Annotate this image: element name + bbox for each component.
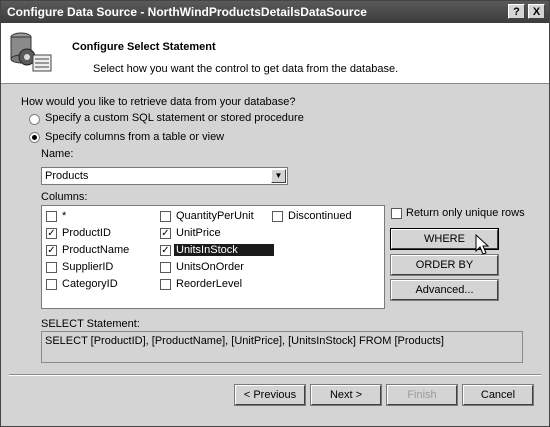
column-label: Discontinued (288, 210, 352, 222)
cancel-button[interactable]: Cancel (462, 384, 534, 406)
column-label: ProductID (62, 227, 111, 239)
columns-label: Columns: (41, 191, 88, 203)
column-checkbox[interactable] (46, 279, 57, 290)
column-label-selected: UnitsInStock (174, 244, 274, 256)
column-checkbox[interactable]: ✓ (46, 228, 57, 239)
help-button[interactable]: ? (508, 4, 525, 19)
column-checkbox[interactable] (46, 211, 57, 222)
finish-button[interactable]: Finish (386, 384, 458, 406)
column-label: ReorderLevel (176, 278, 243, 290)
window-title: Configure Data Source - NorthWindProduct… (7, 5, 367, 19)
column-checkbox[interactable] (46, 262, 57, 273)
column-checkbox[interactable] (160, 262, 171, 273)
select-statement-text: SELECT [ProductID], [ProductName], [Unit… (45, 335, 444, 347)
column-checkbox[interactable]: ✓ (160, 245, 171, 256)
table-name-select[interactable]: Products ▼ (41, 167, 288, 185)
dropdown-arrow-icon[interactable]: ▼ (271, 169, 286, 183)
unique-rows-checkbox[interactable] (391, 208, 402, 219)
next-button[interactable]: Next > (310, 384, 382, 406)
column-checkbox[interactable] (272, 211, 283, 222)
columns-list[interactable]: * ✓ ProductID ✓ ProductName SupplierID C… (41, 205, 385, 309)
column-label: CategoryID (62, 278, 118, 290)
specify-columns-radio[interactable] (29, 132, 40, 143)
custom-sql-radio[interactable] (29, 114, 40, 125)
column-label: ProductName (62, 244, 130, 256)
column-label: QuantityPerUnit (176, 210, 254, 222)
title-bar[interactable]: Configure Data Source - NorthWindProduct… (1, 1, 549, 23)
custom-sql-label[interactable]: Specify a custom SQL statement or stored… (45, 112, 304, 124)
header-title: Configure Select Statement (72, 41, 216, 53)
advanced-button[interactable]: Advanced... (390, 279, 499, 301)
column-label: * (62, 210, 67, 222)
column-checkbox[interactable] (160, 279, 171, 290)
header-subtitle: Select how you want the control to get d… (93, 63, 399, 75)
database-gear-icon (10, 32, 52, 72)
column-checkbox[interactable]: ✓ (160, 228, 171, 239)
configure-data-source-dialog: Configure Data Source - NorthWindProduct… (0, 0, 550, 427)
name-label: Name: (41, 148, 74, 160)
footer-separator (9, 374, 541, 376)
select-statement-box: SELECT [ProductID], [ProductName], [Unit… (41, 331, 523, 363)
column-label: UnitsOnOrder (176, 261, 244, 273)
table-name-value: Products (45, 170, 89, 182)
wizard-header: Configure Select Statement Select how yo… (1, 23, 549, 84)
previous-button[interactable]: < Previous (234, 384, 306, 406)
column-checkbox[interactable]: ✓ (46, 245, 57, 256)
unique-rows-label[interactable]: Return only unique rows (406, 207, 525, 219)
order-by-button[interactable]: ORDER BY (390, 254, 499, 276)
mouse-pointer-icon (475, 234, 489, 255)
column-checkbox[interactable] (160, 211, 171, 222)
specify-columns-label[interactable]: Specify columns from a table or view (45, 131, 224, 143)
radio-selected-dot (32, 135, 37, 140)
close-button[interactable]: X (528, 4, 545, 19)
column-label: SupplierID (62, 261, 114, 273)
retrieve-question: How would you like to retrieve data from… (21, 96, 296, 108)
column-label: UnitPrice (176, 227, 221, 239)
select-statement-label: SELECT Statement: (41, 318, 140, 330)
